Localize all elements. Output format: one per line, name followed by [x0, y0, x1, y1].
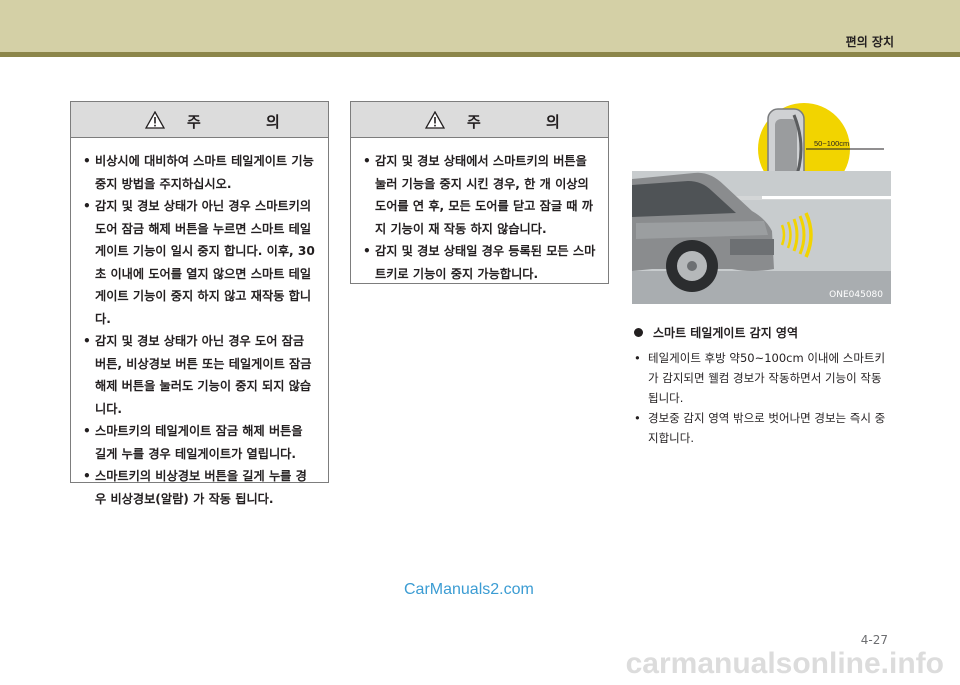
zone-item: 테일게이트 후방 약50~100cm 이내에 스마트키가 감지되면 웰컴 경보가… [634, 348, 892, 408]
caution-label: 주 의 [187, 113, 310, 131]
caution-item: 감지 및 경보 상태에서 스마트키의 버튼을 눌러 기능을 중지 시킨 경우, … [363, 150, 598, 240]
section-title: 편의 장치 [845, 35, 894, 49]
caution-item: 감지 및 경보 상태일 경우 등록된 모든 스마트키로 기능이 중지 가능합니다… [363, 240, 598, 285]
watermark-link[interactable]: CarManuals2.com [404, 581, 534, 599]
caution-item: 비상시에 대비하여 스마트 테일게이트 기능 중지 방법을 주지하십시오. [83, 150, 318, 195]
warning-triangle-icon [425, 111, 445, 129]
bottom-watermark: carmanualsonline.info [625, 647, 944, 680]
zone-item: 경보중 감지 영역 밖으로 벗어나면 경보는 즉시 중지합니다. [634, 408, 892, 448]
caution-label: 주 의 [467, 113, 590, 131]
car-rear-illustration: 50~100cm [632, 101, 891, 304]
zone-list: 테일게이트 후방 약50~100cm 이내에 스마트키가 감지되면 웰컴 경보가… [634, 348, 892, 448]
header-rule [0, 52, 960, 57]
caution-item: 감지 및 경보 상태가 아닌 경우 도어 잠금 버튼, 비상경보 버튼 또는 테… [83, 330, 318, 420]
warning-triangle-icon [145, 111, 165, 129]
range-label: 50~100cm [814, 139, 849, 148]
caution-item: 스마트키의 비상경보 버튼을 길게 누를 경우 비상경보(알람) 가 작동 됩니… [83, 465, 318, 510]
caution-item: 스마트키의 테일게이트 잠금 해제 버튼을 길게 누를 경우 테일게이트가 열립… [83, 420, 318, 465]
caution-header: 주 의 [71, 102, 328, 138]
caution-box-right: 주 의 감지 및 경보 상태에서 스마트키의 버튼을 눌러 기능을 중지 시킨 … [350, 101, 609, 284]
caution-list: 비상시에 대비하여 스마트 테일게이트 기능 중지 방법을 주지하십시오. 감지… [71, 138, 328, 510]
tailgate-detection-figure: 50~100cm ONE045080 [632, 101, 891, 304]
header-band [0, 0, 960, 52]
figure-code: ONE045080 [829, 290, 883, 300]
bullet-dot-icon [634, 328, 643, 337]
caution-item: 감지 및 경보 상태가 아닌 경우 스마트키의 도어 잠금 해제 버튼을 누르면… [83, 195, 318, 330]
zone-heading-text: 스마트 테일게이트 감지 영역 [653, 326, 799, 340]
page-number: 4-27 [860, 633, 888, 647]
caution-box-left: 주 의 비상시에 대비하여 스마트 테일게이트 기능 중지 방법을 주지하십시오… [70, 101, 329, 506]
zone-heading: 스마트 테일게이트 감지 영역 [634, 324, 798, 341]
caution-header: 주 의 [351, 102, 608, 138]
caution-list: 감지 및 경보 상태에서 스마트키의 버튼을 눌러 기능을 중지 시킨 경우, … [351, 138, 608, 285]
